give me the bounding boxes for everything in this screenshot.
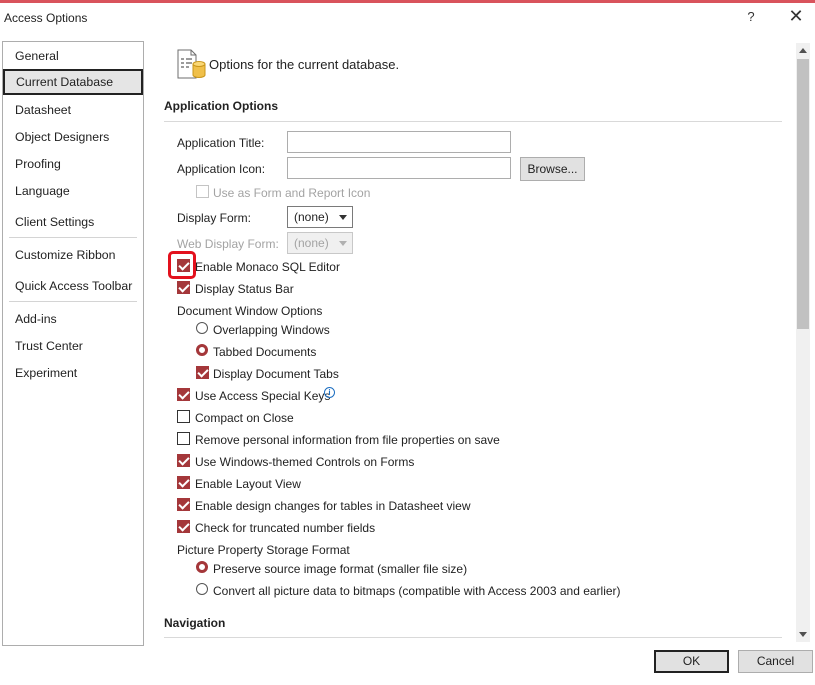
chevron-down-icon (339, 241, 347, 246)
tabbed-documents-radio[interactable] (196, 344, 208, 356)
sidebar-item-add-ins[interactable]: Add-ins (3, 306, 143, 332)
section-title-application-options: Application Options (164, 99, 278, 113)
tabbed-documents-label: Tabbed Documents (213, 345, 317, 359)
options-sidebar: General Current Database Datasheet Objec… (2, 41, 144, 646)
highlight-annotation (168, 251, 196, 279)
display-status-bar-label: Display Status Bar (195, 282, 294, 296)
convert-to-bitmaps-radio[interactable] (196, 583, 208, 595)
section-divider (164, 637, 782, 638)
page-title: Options for the current database. (209, 57, 400, 72)
web-display-form-label: Web Display Form: (177, 237, 279, 251)
preserve-source-format-radio[interactable] (196, 561, 208, 573)
use-as-form-icon-checkbox[interactable] (196, 185, 209, 198)
sidebar-item-current-database[interactable]: Current Database (3, 69, 143, 95)
remove-personal-info-label: Remove personal information from file pr… (195, 433, 500, 447)
use-access-special-keys-label: Use Access Special Keys (195, 389, 331, 403)
enable-layout-view-label: Enable Layout View (195, 477, 301, 491)
display-document-tabs-label: Display Document Tabs (213, 367, 339, 381)
display-form-select[interactable]: (none) (287, 206, 353, 228)
remove-personal-info-checkbox[interactable] (177, 432, 190, 445)
display-form-value: (none) (294, 210, 329, 224)
display-form-label: Display Form: (177, 211, 252, 225)
scrollbar-thumb[interactable] (797, 59, 809, 329)
application-icon-input[interactable] (287, 157, 511, 179)
sidebar-item-quick-access-toolbar[interactable]: Quick Access Toolbar (3, 273, 143, 299)
document-window-options-label: Document Window Options (177, 304, 323, 318)
sidebar-item-object-designers[interactable]: Object Designers (3, 124, 143, 150)
convert-to-bitmaps-label: Convert all picture data to bitmaps (com… (213, 584, 621, 598)
use-access-special-keys-checkbox[interactable] (177, 388, 190, 401)
check-truncated-numbers-label: Check for truncated number fields (195, 521, 376, 535)
sidebar-item-customize-ribbon[interactable]: Customize Ribbon (3, 242, 143, 268)
check-truncated-numbers-checkbox[interactable] (177, 520, 190, 533)
display-status-bar-checkbox[interactable] (177, 281, 190, 294)
sidebar-divider (9, 237, 137, 238)
sidebar-divider (9, 301, 137, 302)
enable-monaco-label: Enable Monaco SQL Editor (195, 260, 340, 274)
display-document-tabs-checkbox[interactable] (196, 366, 209, 379)
section-title-navigation: Navigation (164, 616, 226, 630)
scroll-down-icon[interactable] (796, 628, 810, 642)
sidebar-item-trust-center[interactable]: Trust Center (3, 333, 143, 359)
cancel-button[interactable]: Cancel (738, 650, 813, 673)
vertical-scrollbar[interactable] (796, 43, 810, 642)
sidebar-item-language[interactable]: Language (3, 178, 143, 204)
compact-on-close-label: Compact on Close (195, 411, 294, 425)
ok-button[interactable]: OK (654, 650, 729, 673)
enable-layout-view-checkbox[interactable] (177, 476, 190, 489)
browse-button[interactable]: Browse... (520, 157, 585, 181)
options-content-panel: Options for the current database. Applic… (145, 41, 795, 642)
use-as-form-icon-label: Use as Form and Report Icon (213, 186, 371, 200)
application-title-label: Application Title: (177, 136, 265, 150)
window-top-border (0, 0, 815, 3)
chevron-down-icon (339, 215, 347, 220)
application-title-input[interactable] (287, 131, 511, 153)
scroll-up-icon[interactable] (796, 43, 810, 57)
web-display-form-select[interactable]: (none) (287, 232, 353, 254)
sidebar-item-proofing[interactable]: Proofing (3, 151, 143, 177)
windows-themed-controls-label: Use Windows-themed Controls on Forms (195, 455, 415, 469)
compact-on-close-checkbox[interactable] (177, 410, 190, 423)
help-button[interactable]: ? (744, 9, 758, 24)
database-options-icon (177, 49, 206, 79)
application-icon-label: Application Icon: (177, 162, 266, 176)
enable-design-changes-label: Enable design changes for tables in Data… (195, 499, 471, 513)
sidebar-item-client-settings[interactable]: Client Settings (3, 209, 143, 235)
enable-design-changes-checkbox[interactable] (177, 498, 190, 511)
section-divider (164, 121, 782, 122)
info-icon[interactable]: i (324, 387, 335, 398)
sidebar-item-general[interactable]: General (3, 43, 143, 69)
overlapping-windows-radio[interactable] (196, 322, 208, 334)
preserve-source-format-label: Preserve source image format (smaller fi… (213, 562, 468, 576)
close-icon[interactable]: ✕ (788, 6, 804, 26)
sidebar-item-experiment[interactable]: Experiment (3, 360, 143, 386)
overlapping-windows-label: Overlapping Windows (213, 323, 330, 337)
web-display-form-value: (none) (294, 236, 329, 250)
picture-storage-format-label: Picture Property Storage Format (177, 543, 350, 557)
window-title: Access Options (4, 11, 88, 25)
windows-themed-controls-checkbox[interactable] (177, 454, 190, 467)
sidebar-item-datasheet[interactable]: Datasheet (3, 97, 143, 123)
